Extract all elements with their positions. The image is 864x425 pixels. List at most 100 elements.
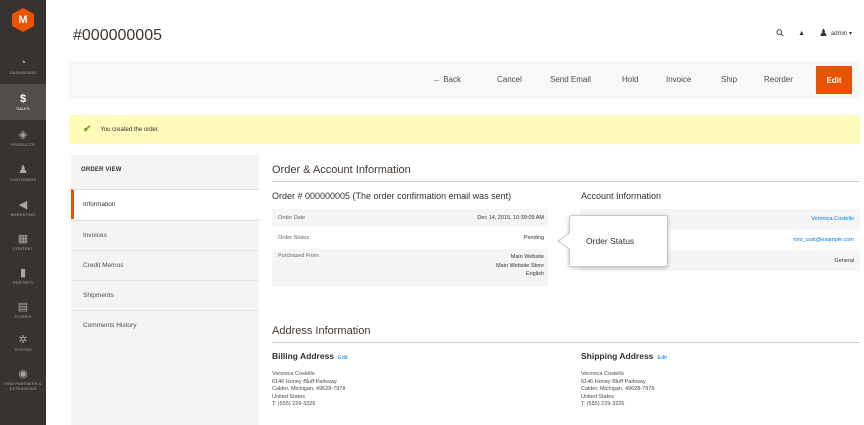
nav-label: PRODUCTS: [11, 142, 35, 147]
order-status-callout: Order Status: [569, 215, 668, 267]
row-key: Order Status: [278, 235, 310, 241]
value-line: English: [525, 271, 544, 277]
account-info-title: Account Information: [581, 191, 662, 201]
gear-icon: ✲: [18, 334, 28, 346]
row-value: Dec 14, 2015, 10:39:09 AM: [477, 215, 544, 221]
row-key: Order Date: [278, 215, 306, 221]
checkmark-icon: ✔: [83, 124, 92, 135]
hold-button[interactable]: Hold: [622, 75, 638, 84]
store-icon: ▤: [17, 301, 29, 313]
nav-label: FIND PARTNERS & EXTENSIONS: [4, 380, 42, 391]
magento-logo-icon: M: [12, 8, 34, 32]
shipping-address: Veronica Costello 6146 Honey Bluff Parkw…: [581, 371, 654, 409]
section-divider: [272, 181, 860, 182]
bell-icon[interactable]: ▲: [798, 30, 805, 37]
megaphone-icon: ◀: [18, 199, 28, 211]
order-view-tabs: ORDER VIEW Information Invoices Credit M…: [71, 155, 259, 425]
cube-icon: ◈: [18, 129, 28, 141]
table-row: Order Status Pending: [272, 228, 548, 249]
address-line: Calder, Michigan, 49628-7978: [581, 386, 655, 392]
nav-label: REPORTS: [13, 280, 33, 285]
nav-item-system[interactable]: ✲ SYSTEM: [0, 325, 46, 361]
purchased-from-value: Main Website Main Website Store English: [496, 253, 544, 286]
order-view-title: ORDER VIEW: [81, 167, 122, 173]
nav-label: STORES: [14, 314, 32, 319]
dollar-icon: $: [19, 93, 27, 105]
nav-label: SYSTEM: [14, 347, 32, 352]
nav-item-dashboard[interactable]: ◔ DASHBOARD: [0, 48, 46, 84]
message-text: You created the order.: [100, 126, 160, 133]
page-actions-bar: ← Back Cancel Send Email Hold Invoice Sh…: [69, 61, 860, 99]
address-line: Veronica Costello: [581, 371, 624, 377]
callout-pointer-fill: [559, 233, 570, 249]
content-icon: ▦: [17, 233, 29, 245]
customer-name-link[interactable]: Veronica Costello: [811, 216, 854, 222]
address-line: 6146 Honey Bluff Parkway: [581, 378, 646, 385]
tab-information[interactable]: Information: [71, 189, 259, 219]
nav-item-content[interactable]: ▦ CONTENT: [0, 224, 46, 260]
customer-group-value: General: [834, 258, 854, 264]
bar-chart-icon: ▮: [19, 267, 27, 279]
user-icon: ♟: [819, 28, 828, 39]
customer-email-link[interactable]: roni_cost@example.com: [793, 237, 854, 243]
address-line: T: (555) 229-3326: [581, 401, 625, 407]
address-line: Calder, Michigan, 49628-7978: [272, 386, 346, 392]
nav-label: DASHBOARD: [9, 70, 37, 75]
nav-item-stores[interactable]: ▤ STORES: [0, 292, 46, 328]
shipping-edit-link[interactable]: Edit: [657, 355, 666, 361]
magento-logo[interactable]: M: [0, 0, 46, 40]
billing-edit-link[interactable]: Edit: [338, 355, 347, 361]
billing-title-text: Billing Address: [272, 351, 335, 361]
nav-item-products[interactable]: ◈ PRODUCTS: [0, 120, 46, 156]
search-icon[interactable]: ⚲: [774, 27, 787, 40]
nav-item-sales[interactable]: $ SALES: [0, 84, 46, 120]
order-info-table: Order Date Dec 14, 2015, 10:39:09 AM Ord…: [272, 209, 548, 287]
address-line: T: (555) 229-3326: [272, 401, 316, 407]
ship-button[interactable]: Ship: [721, 75, 737, 84]
tab-credit-memos[interactable]: Credit Memos: [71, 250, 259, 280]
cancel-button[interactable]: Cancel: [497, 75, 522, 84]
section-divider: [272, 342, 860, 343]
table-row: Order Date Dec 14, 2015, 10:39:09 AM: [272, 209, 548, 228]
tab-comments-history[interactable]: Comments History: [71, 310, 259, 340]
page-title: #000000005: [73, 27, 162, 44]
nav-item-reports[interactable]: ▮ REPORTS: [0, 258, 46, 294]
order-status-value: Pending: [523, 235, 544, 241]
admin-sidebar: M ◔ DASHBOARD $ SALES ◈ PRODUCTS ♟ CUSTO…: [0, 0, 46, 425]
nav-label: CONTENT: [12, 246, 34, 251]
nav-label: CUSTOMERS: [9, 177, 37, 182]
address-line: 6146 Honey Bluff Parkway: [272, 378, 337, 385]
callout-text: Order Status: [586, 236, 635, 246]
shipping-address-title: Shipping Address Edit: [581, 351, 667, 361]
dashboard-icon: ◔: [19, 57, 27, 69]
tab-invoices[interactable]: Invoices: [71, 220, 259, 250]
nav-item-marketing[interactable]: ◀ MARKETING: [0, 190, 46, 226]
nav-label: MARKETING: [10, 212, 36, 217]
send-email-button[interactable]: Send Email: [550, 75, 591, 84]
success-message: ✔ You created the order.: [69, 115, 860, 144]
invoice-button[interactable]: Invoice: [666, 75, 691, 84]
reorder-button[interactable]: Reorder: [764, 75, 793, 84]
row-key: Purchased From: [278, 253, 319, 259]
back-button[interactable]: ← Back: [433, 75, 461, 84]
nav-item-partners[interactable]: ◉ FIND PARTNERS & EXTENSIONS: [0, 358, 46, 400]
header-actions: ⚲ ▲ ♟ admin ▾: [774, 27, 852, 40]
order-number-title: Order # 000000005 (The order confirmatio…: [272, 191, 512, 201]
tab-shipments[interactable]: Shipments: [71, 280, 259, 310]
billing-address: Veronica Costello 6146 Honey Bluff Parkw…: [272, 371, 345, 409]
billing-address-title: Billing Address Edit: [272, 351, 348, 361]
address-line: United States: [272, 393, 306, 400]
admin-user-menu[interactable]: ♟ admin ▾: [819, 28, 852, 39]
edit-button[interactable]: Edit: [816, 66, 852, 94]
admin-label: admin ▾: [830, 31, 852, 37]
address-section-title: Address Information: [272, 325, 371, 337]
nav-item-customers[interactable]: ♟ CUSTOMERS: [0, 155, 46, 191]
extensions-icon: ◉: [18, 367, 28, 380]
value-line: Main Website Store: [496, 262, 544, 269]
customer-icon: ♟: [18, 164, 28, 176]
address-line: United States: [581, 393, 615, 400]
order-account-section-title: Order & Account Information: [272, 164, 411, 176]
table-row: Purchased From Main Website Main Website…: [272, 249, 548, 287]
address-line: Veronica Costello: [272, 371, 315, 377]
value-line: Main Website: [510, 254, 544, 260]
